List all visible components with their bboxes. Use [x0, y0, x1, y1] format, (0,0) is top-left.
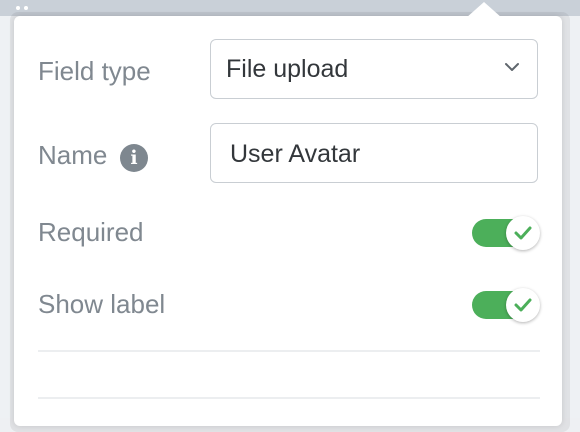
window-dot — [16, 6, 20, 10]
toggle-knob — [506, 288, 540, 322]
required-label: Required — [38, 217, 144, 247]
checkmark-icon — [514, 226, 532, 240]
info-circle-icon[interactable]: i — [120, 144, 148, 172]
show-label-label: Show label — [38, 289, 166, 319]
required-toggle[interactable] — [472, 216, 540, 250]
chevron-down-icon — [505, 63, 519, 71]
field-type-selected-value: File upload — [226, 55, 349, 83]
divider — [38, 350, 540, 352]
popover-caret — [466, 2, 502, 18]
checkmark-icon — [514, 298, 532, 312]
field-type-label: Field type — [38, 56, 151, 86]
toggle-knob — [506, 216, 540, 250]
window-dot — [24, 6, 28, 10]
name-input-value: User Avatar — [230, 140, 361, 168]
name-input[interactable]: User Avatar — [210, 123, 538, 183]
name-label: Name — [38, 140, 108, 170]
divider — [38, 397, 540, 399]
field-type-select[interactable]: File upload — [210, 39, 538, 99]
show-label-toggle[interactable] — [472, 288, 540, 322]
